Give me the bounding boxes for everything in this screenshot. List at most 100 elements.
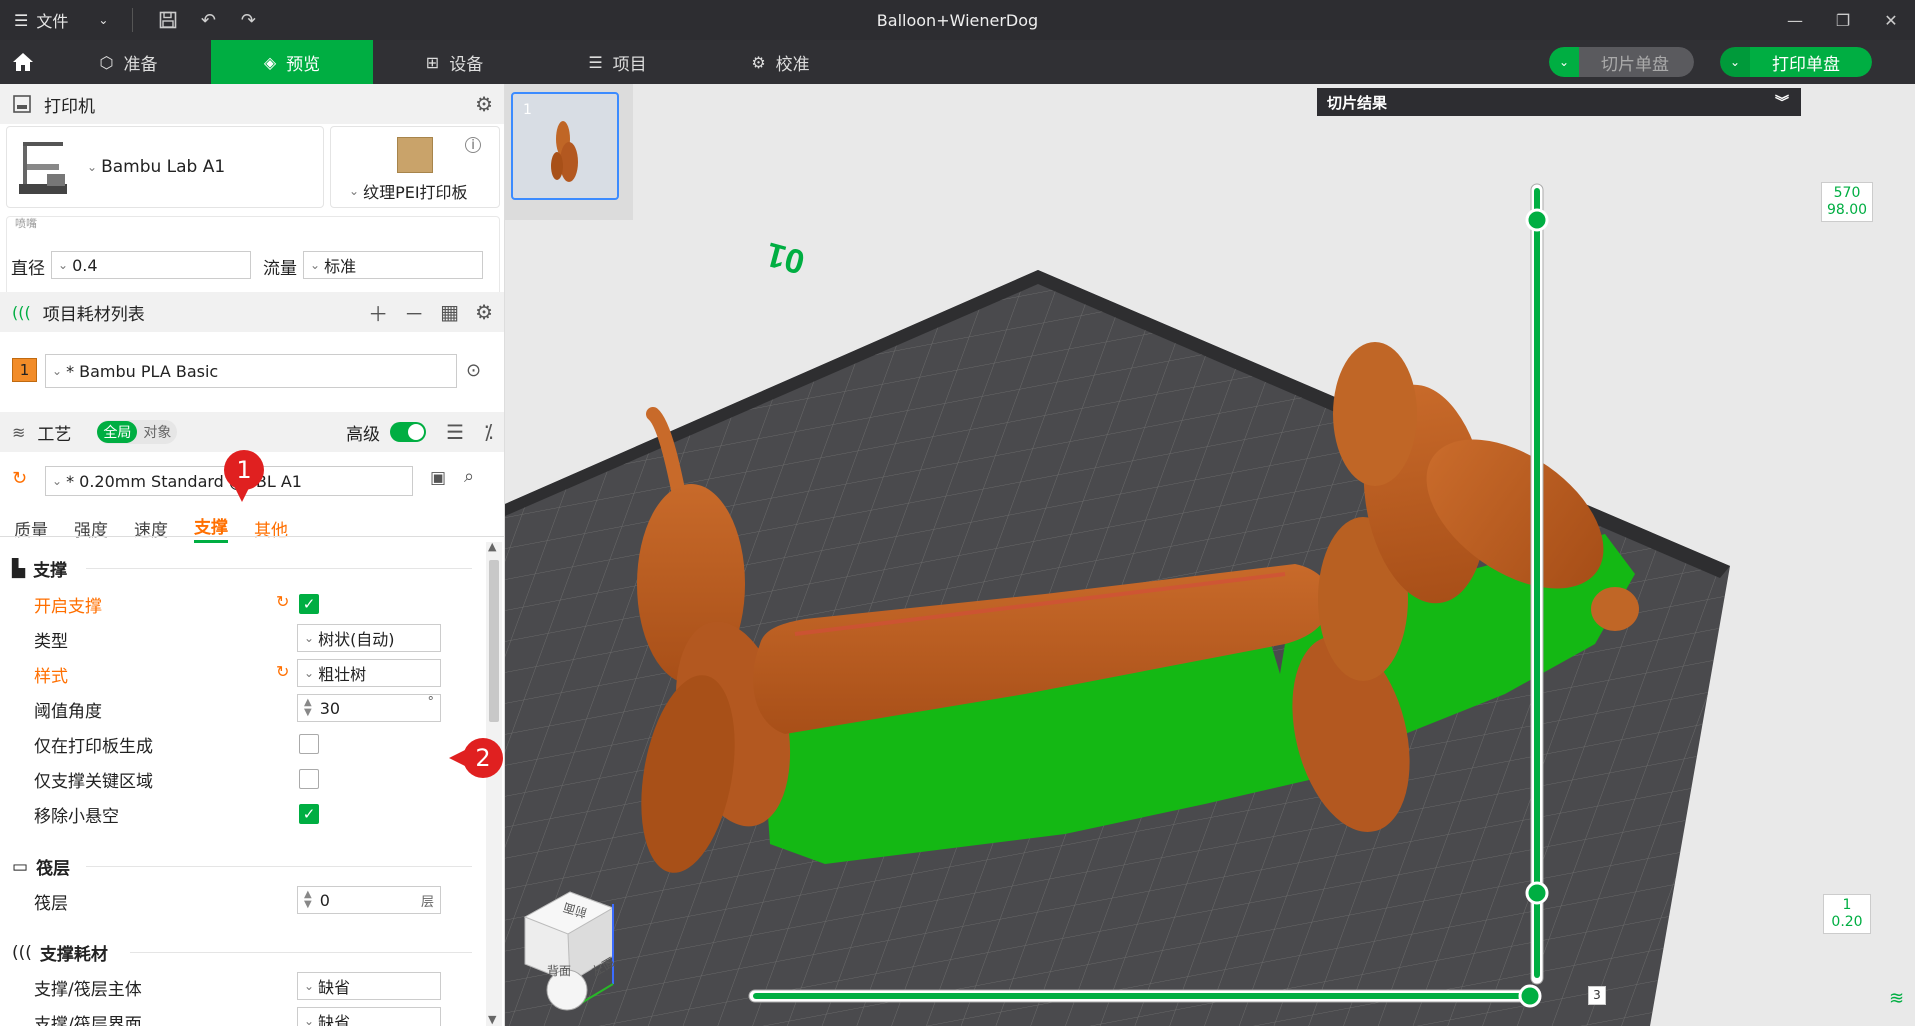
printer-model-name: Bambu Lab A1 [101, 157, 226, 177]
tab-prepare[interactable]: ⬡ 准备 [46, 40, 211, 84]
process-layers-icon: ≋ [12, 422, 26, 442]
advanced-toggle[interactable] [390, 422, 427, 442]
threshold-angle-unit: ° [427, 695, 435, 710]
nozzle-diameter-select[interactable]: ⌄ 0.4 [51, 251, 251, 279]
reset-icon[interactable]: ↻ [276, 592, 289, 611]
layers-icon: ◈ [263, 52, 277, 72]
print-plate-button[interactable]: ⌄ 打印单盘 [1720, 47, 1872, 77]
build-plate-only-checkbox[interactable] [299, 734, 319, 754]
search-icon[interactable]: ⌕ [464, 466, 474, 487]
filament-sync-icon[interactable]: ▦ [440, 300, 459, 324]
tab-calibration-label: 校准 [775, 54, 810, 75]
restore-icon[interactable]: ❐ [1819, 0, 1867, 40]
undo-icon[interactable]: ↶ [193, 0, 223, 40]
spinner-icon[interactable]: ▲ ▼ [304, 698, 312, 718]
list-icon[interactable]: ☰ [446, 420, 464, 444]
reset-icon[interactable]: ↻ [276, 662, 289, 681]
settings-scrollbar[interactable]: ▲ ▼ [486, 540, 502, 1026]
raft-layers-label: 筏层 [34, 894, 68, 914]
diameter-label: 直径 [11, 259, 45, 279]
scrollbar-thumb[interactable] [489, 560, 499, 722]
settings-tabs: 质量 强度 速度 支撑 其他 [0, 508, 504, 548]
flow-select[interactable]: ⌄ 标准 [303, 251, 483, 279]
chevron-down-icon[interactable]: ⌄ [1720, 47, 1750, 77]
annotation-badge-2: 2 [463, 738, 503, 778]
save-icon[interactable] [153, 0, 183, 40]
scene-canvas: 01 ≋ [505, 183, 1904, 1026]
plate-thumbnail[interactable]: 1 [511, 92, 619, 200]
vertical-slider-top-handle[interactable] [1525, 208, 1549, 232]
filament-slot-number: 1 [19, 361, 30, 379]
filament-icon: ((( [12, 942, 32, 963]
tab-project-label: 项目 [612, 54, 647, 75]
enable-support-checkbox[interactable]: ✓ [299, 594, 319, 614]
scope-object[interactable]: 对象 [137, 421, 177, 443]
support-type-label: 类型 [34, 632, 68, 652]
scroll-down-icon[interactable]: ▼ [488, 1013, 496, 1026]
remove-small-overhangs-checkbox[interactable]: ✓ [299, 804, 319, 824]
printer-selector[interactable]: ⌄ Bambu Lab A1 [6, 126, 324, 208]
support-base-select[interactable]: ⌄ 缺省 [297, 972, 441, 1000]
3d-preview-viewport[interactable]: 01 ≋ 1 切片结果 ︾ 前面 背面 左面 570 98.00 1 0.20 … [505, 84, 1915, 1026]
add-icon[interactable]: ＋ [368, 298, 388, 327]
raft-layers-unit: 层 [420, 894, 434, 910]
critical-regions-only-checkbox[interactable] [299, 769, 319, 789]
reset-preset-icon[interactable]: ↻ [12, 468, 27, 489]
collapse-icon[interactable]: ︾ [1775, 92, 1789, 112]
support-style-select[interactable]: ⌄ 粗壮树 [297, 659, 441, 687]
raft-layers-value: 0 [319, 890, 330, 910]
minimize-icon[interactable]: — [1771, 0, 1819, 40]
bottom-layer-height: 0.20 [1831, 914, 1863, 930]
filament-icon: ((( [12, 302, 31, 322]
close-icon[interactable]: ✕ [1867, 0, 1915, 40]
scope-toggle[interactable]: 全局 对象 [97, 420, 178, 444]
slice-result-panel-header[interactable]: 切片结果 ︾ [1317, 88, 1801, 116]
raft-layers-input[interactable]: ▲ ▼ 0 层 [297, 886, 441, 914]
layers-legend-icon[interactable]: ≋ [1889, 988, 1904, 1009]
window-title: Balloon+WienerDog [876, 10, 1039, 30]
compare-icon[interactable]: ⁒ [484, 420, 493, 444]
more-options-icon[interactable]: ⊙ [466, 360, 481, 381]
scroll-up-icon[interactable]: ▲ [488, 540, 496, 553]
advanced-label: 高级 [346, 424, 381, 445]
chevron-down-icon[interactable]: ⌄ [1549, 47, 1579, 77]
redo-icon[interactable]: ↷ [233, 0, 263, 40]
annotation-badge-1: 1 [224, 450, 264, 490]
filament-slot-badge[interactable]: 1 [12, 358, 37, 382]
plate-type-selector[interactable]: i ⌄ 纹理PEI打印板 [330, 126, 500, 208]
flow-label: 流量 [263, 259, 297, 279]
main-tab-bar: ⬡ 准备 ◈ 预览 ⊞ 设备 ☰ 项目 ⚙ 校准 ⌄ 切片单盘 ⌄ 打印单盘 [0, 40, 1915, 84]
annotation-pointer-2 [449, 750, 465, 766]
spinner-icon[interactable]: ▲ ▼ [304, 890, 312, 910]
horizontal-slider-value-text: 3 [1593, 988, 1601, 1002]
gear-icon[interactable]: ⚙ [475, 92, 493, 116]
tab-calibration[interactable]: ⚙ 校准 [699, 40, 862, 84]
nozzle-group: 喷嘴 直径 ⌄ 0.4 流量 ⌄ 标准 [6, 216, 500, 296]
vertical-slider-bottom-handle[interactable] [1525, 881, 1549, 905]
top-layer-height: 98.00 [1826, 202, 1868, 218]
threshold-angle-input[interactable]: ▲ ▼ 30 ° [297, 694, 441, 722]
support-type-select[interactable]: ⌄ 树状(自动) [297, 624, 441, 652]
tab-preview[interactable]: ◈ 预览 [211, 40, 373, 84]
bottom-layer-readout: 1 0.20 [1823, 894, 1871, 934]
flow-value: 标准 [324, 257, 357, 276]
tab-project[interactable]: ☰ 项目 [536, 40, 699, 84]
file-menu-button[interactable]: ☰ 文件 ⌄ [0, 0, 122, 40]
info-icon[interactable]: i [465, 137, 481, 153]
home-icon[interactable] [0, 40, 46, 84]
support-group-title: ▙ 支撑 [12, 556, 67, 582]
plate-type-label: 纹理PEI打印板 [363, 183, 468, 202]
save-preset-icon[interactable]: ▣ [430, 468, 446, 488]
support-interface-select[interactable]: ⌄ 缺省 [297, 1007, 441, 1026]
gear-icon[interactable]: ⚙ [475, 300, 493, 324]
scope-global[interactable]: 全局 [97, 421, 138, 443]
top-layer-number: 570 [1833, 185, 1861, 201]
build-plate-only-label: 仅在打印板生成 [34, 737, 153, 757]
filament-section-title: 项目耗材列表 [42, 304, 145, 325]
slice-plate-button[interactable]: ⌄ 切片单盘 [1549, 47, 1694, 77]
tab-device[interactable]: ⊞ 设备 [373, 40, 536, 84]
filament-select[interactable]: ⌄ * Bambu PLA Basic [45, 354, 457, 388]
remove-icon[interactable]: － [404, 298, 424, 327]
tab-support[interactable]: 支撑 [194, 513, 228, 543]
horizontal-slider-handle[interactable] [1518, 984, 1542, 1008]
